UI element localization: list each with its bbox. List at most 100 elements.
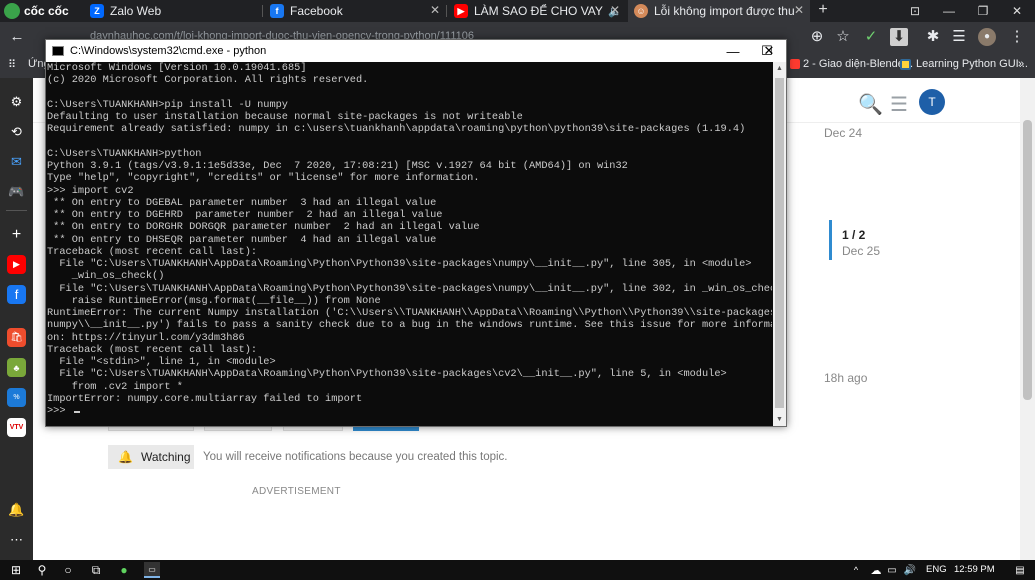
cmd-output-line: Python 3.9.1 (tags/v3.9.1:1e5d33e, Dec 7… [47, 160, 628, 172]
forum-favicon: ☺ [634, 4, 648, 18]
cmd-output-line: on: https://tinyurl.com/y3dm3h86 [47, 331, 245, 344]
cmd-output-line: _win_os_check() [47, 270, 165, 283]
page-scrollbar-thumb[interactable] [1023, 120, 1032, 400]
network-icon[interactable]: ▭ [884, 562, 900, 578]
scroll-up-arrow-icon[interactable]: ▲ [773, 62, 786, 75]
reading-list-icon[interactable]: ☰ [950, 28, 968, 46]
cmd-output-line: RuntimeError: The current Numpy installa… [47, 307, 772, 319]
hamburger-menu-icon[interactable]: ☰ [890, 92, 908, 117]
tab-separator [446, 5, 447, 17]
timeline-scrubber[interactable] [829, 220, 832, 260]
add-icon[interactable]: ⊕ [808, 28, 826, 46]
zalo-icon: Z [90, 4, 104, 18]
cortana-icon[interactable]: ○ [60, 562, 76, 578]
cmd-output-line: Requirement already satisfied: numpy in … [47, 123, 746, 136]
cmd-titlebar[interactable]: C:\Windows\system32\cmd.exe - python — ☐ [46, 40, 786, 62]
facebook-icon[interactable]: f [7, 285, 26, 304]
notification-bell-icon[interactable]: 🔔 [7, 500, 26, 519]
messenger-icon[interactable]: ✉ [7, 152, 26, 171]
bookmark-item-python-gui[interactable]: Learning Python GUI... [916, 58, 1028, 70]
timeline-position-date: Dec 25 [842, 244, 881, 258]
tab-title: Lỗi không import được thư vi [654, 4, 794, 18]
window-close-button[interactable]: ✕ [1000, 0, 1034, 22]
coccoc-logo[interactable]: cốc cốc [4, 3, 69, 19]
new-tab-button[interactable]: + [812, 0, 834, 22]
cmd-output-line: ** On entry to DGEBAL parameter number 3… [47, 196, 437, 209]
apps-grid-icon[interactable]: ⠿ [8, 58, 16, 71]
cmd-title-text: C:\Windows\system32\cmd.exe - python [70, 45, 267, 57]
youtube-icon[interactable]: ▶ [7, 255, 26, 274]
download-icon[interactable]: ⬇ [890, 28, 908, 46]
cmd-window[interactable]: C:\Windows\system32\cmd.exe - python — ☐… [45, 39, 787, 427]
tab-forum-active[interactable]: ☺ Lỗi không import được thư vi ✕ [628, 0, 810, 22]
notifications-icon[interactable]: ▤ [1012, 562, 1028, 578]
game-controller-icon[interactable]: 🎮 [7, 182, 26, 201]
cmd-icon [52, 46, 64, 56]
discount-icon[interactable]: % [7, 388, 26, 407]
bookmark-star-icon[interactable]: ☆ [834, 28, 852, 46]
cmd-prompt-line[interactable]: >>> [47, 405, 772, 417]
windows-start-icon[interactable]: ⊞ [8, 562, 24, 578]
clock-time[interactable]: 12:59 PM [954, 564, 995, 575]
back-arrow-icon[interactable]: ← [8, 28, 26, 46]
profile-avatar-icon[interactable]: ● [978, 28, 996, 46]
advertisement-label: ADVERTISEMENT [252, 486, 341, 497]
bookmark-item-blender[interactable]: 2 - Giao diện-Blende... [803, 58, 913, 70]
cmd-output-line: Type "help", "copyright", "credits" or "… [47, 172, 480, 185]
cmd-output[interactable]: Microsoft Windows [Version 10.0.19041.68… [46, 62, 772, 426]
tray-chevron-icon[interactable]: ^ [848, 562, 864, 578]
cmd-close-button[interactable]: ✕ [752, 40, 786, 62]
timeline-top-date[interactable]: Dec 24 [824, 126, 862, 140]
add-icon[interactable]: + [7, 225, 26, 244]
cmd-output-line: numpy\\__init__.py') fails to pass a san… [47, 319, 772, 332]
bookmarks-overflow-icon[interactable]: » [1018, 58, 1024, 70]
cmd-minimize-button[interactable]: — [716, 40, 750, 62]
cmd-prompt: >>> [47, 405, 72, 417]
shopee-icon[interactable]: 🛍 [7, 328, 26, 347]
watching-button[interactable]: 🔔 Watching [108, 445, 194, 469]
cmd-scrollbar[interactable]: ▲ ▼ [773, 62, 786, 426]
menu-dots-icon[interactable]: ⋮ [1008, 28, 1026, 46]
watching-label: Watching [140, 450, 191, 464]
extension-green-icon[interactable]: ✓ [862, 28, 880, 46]
tab-title: Zalo Web [110, 4, 162, 18]
cmd-output-line: ImportError: numpy.core.multiarray faile… [47, 392, 363, 405]
scroll-down-arrow-icon[interactable]: ▼ [773, 413, 786, 426]
search-icon[interactable]: 🔍 [858, 92, 883, 117]
volume-icon[interactable]: 🔊 [902, 562, 918, 578]
extensions-puzzle-icon[interactable]: ✱ [924, 28, 942, 46]
cmd-output-line: C:\Users\TUANKHANH>pip install -U numpy [47, 98, 288, 111]
tab-facebook[interactable]: f Facebook ✕ [264, 0, 446, 22]
cmd-scrollbar-thumb[interactable] [775, 78, 784, 408]
window-restore-button[interactable]: ❐ [966, 0, 1000, 22]
cmd-output-line: File "C:\Users\TUANKHANH\AppData\Roaming… [47, 368, 727, 381]
coccoc-brand-label: cốc cốc [24, 4, 69, 18]
window-pin-icon[interactable]: ⊡ [898, 0, 932, 22]
more-dots-icon[interactable]: ⋯ [7, 530, 26, 549]
settings-gear-icon[interactable]: ⚙ [7, 92, 26, 111]
blender-icon [790, 59, 800, 69]
tab-close-icon[interactable]: ✕ [430, 3, 440, 17]
history-icon[interactable]: ⟲ [7, 122, 26, 141]
search-icon[interactable]: ⚲ [34, 562, 50, 578]
window-minimize-button[interactable]: — [932, 0, 966, 22]
timeline-bottom-label[interactable]: 18h ago [824, 371, 867, 385]
task-view-icon[interactable]: ⧉ [88, 562, 104, 578]
timeline-position: 1 / 2 [842, 228, 866, 242]
cloud-icon[interactable]: ☁ [868, 562, 884, 578]
game-thumbnail-icon[interactable]: ♣ [7, 358, 26, 377]
cmd-output-line: File "C:\Users\TUANKHANH\AppData\Roaming… [47, 258, 752, 270]
vtv-icon[interactable]: VTV [7, 418, 26, 437]
input-language[interactable]: ENG [926, 564, 947, 575]
coccoc-taskbar-icon[interactable]: ● [116, 562, 132, 578]
screen: { "browser": { "brand_label": "cốc cốc",… [0, 0, 1035, 580]
bell-icon: 🔔 [118, 450, 133, 464]
tab-close-icon[interactable]: ✕ [794, 3, 804, 17]
cmd-output-line: >>> import cv2 [47, 184, 134, 197]
coccoc-sidebar [0, 78, 33, 560]
user-avatar[interactable]: T [919, 89, 945, 115]
tab-close-icon[interactable]: ✕ [610, 3, 620, 17]
tab-youtube[interactable]: ▶ LÀM SAO ĐỂ CHO VAY TI 🔈 ✕ [448, 0, 626, 22]
cmd-taskbar-icon[interactable]: ▭ [144, 562, 160, 578]
tab-zalo[interactable]: Z Zalo Web [84, 0, 262, 22]
